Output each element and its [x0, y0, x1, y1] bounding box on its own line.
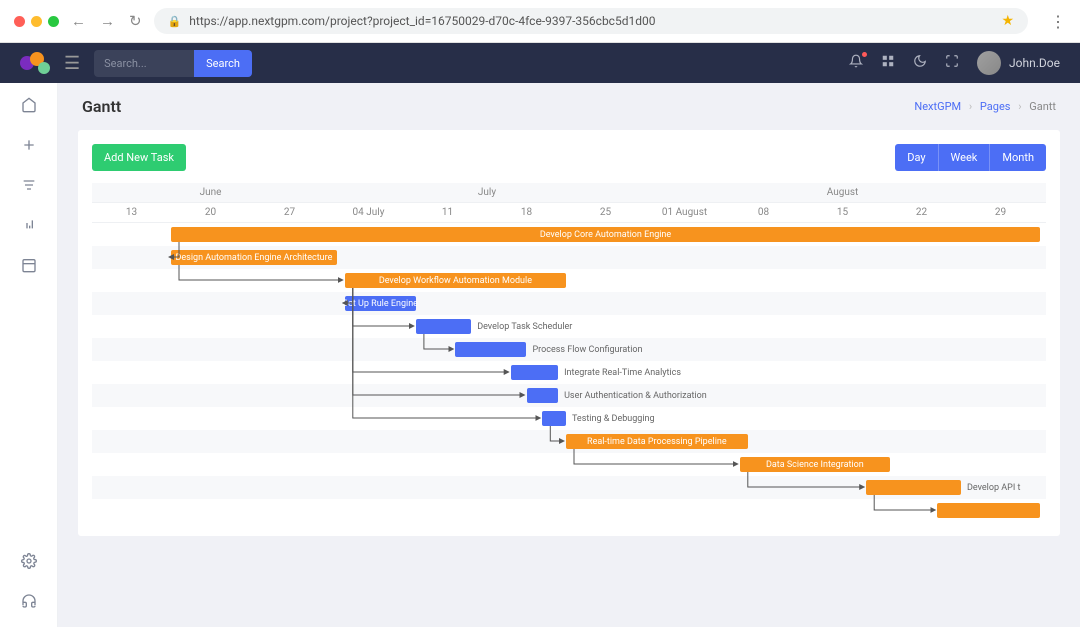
date-label: 15 [803, 203, 882, 222]
date-label: 29 [961, 203, 1040, 222]
week-view-button[interactable]: Week [938, 144, 990, 171]
date-label: 18 [487, 203, 566, 222]
date-label: 22 [882, 203, 961, 222]
page-title: Gantt [82, 97, 121, 116]
close-window-icon[interactable] [14, 16, 25, 27]
fullscreen-icon[interactable] [945, 54, 959, 72]
gantt-bar[interactable]: Real-time Data Processing Pipeline [566, 434, 748, 449]
sidebar [0, 83, 58, 627]
support-icon[interactable] [21, 593, 37, 613]
date-label: 13 [92, 203, 171, 222]
date-label: 25 [566, 203, 645, 222]
gantt-row: Process Flow Configuration [92, 338, 1046, 361]
page-head: Gantt NextGPM › Pages › Gantt [78, 83, 1060, 130]
menu-icon[interactable]: ☰ [64, 53, 80, 74]
gear-icon[interactable] [21, 553, 37, 573]
crumb-leaf: Gantt [1029, 100, 1056, 113]
gantt-row: Set Up Rule Engine [92, 292, 1046, 315]
user-menu[interactable]: John.Doe [977, 51, 1060, 75]
gantt-bar[interactable]: Integrate Real-Time Analytics [511, 365, 558, 380]
window-controls [14, 16, 59, 27]
gantt-row: Develop Workflow Automation Module [92, 269, 1046, 292]
gantt-bar[interactable]: User Authentication & Authorization [527, 388, 559, 403]
maximize-window-icon[interactable] [48, 16, 59, 27]
date-label: 20 [171, 203, 250, 222]
url-bar[interactable]: 🔒 https://app.nextgpm.com/project?projec… [154, 8, 1028, 34]
gantt-bar[interactable]: Develop Task Scheduler [416, 319, 471, 334]
add-task-button[interactable]: Add New Task [92, 144, 186, 171]
gantt-bar[interactable]: Develop Workflow Automation Module [345, 273, 566, 288]
gantt-bar[interactable]: Design Automation Engine Architecture [171, 250, 337, 265]
gantt-row: Testing & Debugging [92, 407, 1046, 430]
home-icon[interactable] [21, 97, 37, 117]
nav-buttons: ← → ↻ [71, 12, 142, 30]
date-label: 11 [408, 203, 487, 222]
month-label: July [329, 183, 645, 202]
gantt-bar[interactable]: Data Science Integration [740, 457, 890, 472]
gantt-bar[interactable]: Set Up Rule Engine [345, 296, 416, 311]
gantt-bar-label: Develop Task Scheduler [477, 322, 572, 332]
date-label: 01 August [645, 203, 724, 222]
month-view-button[interactable]: Month [989, 144, 1046, 171]
search-wrap: Search [94, 50, 252, 77]
date-label: 08 [724, 203, 803, 222]
grid-icon[interactable] [881, 54, 895, 72]
gantt-row: Data Science Integration [92, 453, 1046, 476]
view-group: Day Week Month [895, 144, 1046, 171]
app-logo [20, 52, 50, 74]
gantt-bar[interactable]: Process Flow Configuration [455, 342, 526, 357]
add-icon[interactable] [21, 137, 37, 157]
breadcrumb: NextGPM › Pages › Gantt [914, 100, 1056, 113]
bookmark-star-icon[interactable]: ★ [1001, 13, 1014, 29]
gantt-row: Analytical Workf [92, 499, 1046, 522]
avatar [977, 51, 1001, 75]
user-name: John.Doe [1009, 56, 1060, 70]
gantt-bar[interactable]: Testing & Debugging [542, 411, 566, 426]
gantt-bar[interactable]: Analytical Workf [937, 503, 1040, 518]
gantt-bar-label: Develop API t [967, 483, 1020, 493]
bell-icon[interactable] [849, 54, 863, 72]
date-label: 27 [250, 203, 329, 222]
gantt-row: Integrate Real-Time Analytics [92, 361, 1046, 384]
gantt-row: Develop Task Scheduler [92, 315, 1046, 338]
gantt-card: Add New Task Day Week Month JuneJulyAugu… [78, 130, 1060, 536]
crumb-pages[interactable]: Pages [980, 100, 1011, 113]
search-input[interactable] [94, 50, 194, 77]
url-text: https://app.nextgpm.com/project?project_… [189, 14, 655, 28]
forward-icon[interactable]: → [100, 12, 115, 30]
reload-icon[interactable]: ↻ [129, 12, 142, 30]
gantt-bar-label: Testing & Debugging [572, 414, 655, 424]
day-view-button[interactable]: Day [895, 144, 937, 171]
gantt-chart[interactable]: JuneJulyAugust 13202704 July11182501 Augu… [92, 183, 1046, 522]
gantt-bar[interactable]: Develop Core Automation Engine [171, 227, 1040, 242]
app-topbar: ☰ Search John.Doe [0, 43, 1080, 83]
crumb-root[interactable]: NextGPM [914, 100, 961, 113]
back-icon[interactable]: ← [71, 12, 86, 30]
filter-icon[interactable] [21, 177, 37, 197]
gantt-row: User Authentication & Authorization [92, 384, 1046, 407]
lock-icon: 🔒 [168, 15, 182, 28]
date-label: 04 July [329, 203, 408, 222]
gantt-bar-label: User Authentication & Authorization [564, 391, 707, 401]
gantt-bar-label: Integrate Real-Time Analytics [564, 368, 681, 378]
report-icon[interactable] [21, 217, 37, 237]
gantt-row: Develop API t [92, 476, 1046, 499]
search-button[interactable]: Search [194, 50, 252, 77]
gantt-row: Real-time Data Processing Pipeline [92, 430, 1046, 453]
month-label: June [92, 183, 329, 202]
minimize-window-icon[interactable] [31, 16, 42, 27]
gantt-bar[interactable]: Develop API t [866, 480, 961, 495]
calendar-icon[interactable] [21, 257, 37, 277]
month-label: August [645, 183, 1040, 202]
browser-more-icon[interactable]: ⋮ [1050, 12, 1066, 31]
gantt-row: Develop Core Automation Engine [92, 223, 1046, 246]
browser-chrome: ← → ↻ 🔒 https://app.nextgpm.com/project?… [0, 0, 1080, 43]
gantt-row: Design Automation Engine Architecture [92, 246, 1046, 269]
moon-icon[interactable] [913, 54, 927, 72]
gantt-bar-label: Process Flow Configuration [532, 345, 642, 355]
